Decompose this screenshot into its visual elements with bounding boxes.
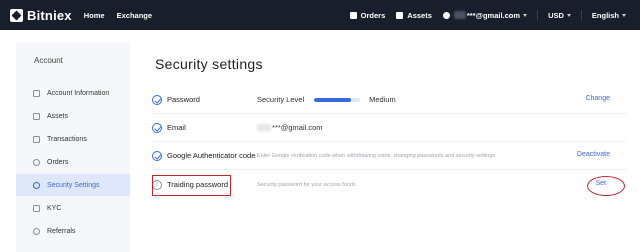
user-email: ***@gmail.com bbox=[466, 10, 521, 20]
language-selector[interactable]: English bbox=[592, 11, 626, 20]
security-level: Security Level Medium bbox=[257, 95, 396, 104]
page-title: Security settings bbox=[155, 56, 263, 72]
security-level-bar bbox=[314, 97, 361, 102]
shield-icon bbox=[33, 181, 40, 189]
annotation-highlight-box bbox=[152, 175, 231, 196]
sidebar-item-label: Account Information bbox=[47, 89, 110, 97]
deactivate-2fa-link[interactable]: Deactivate bbox=[577, 151, 610, 158]
kyc-icon bbox=[33, 204, 40, 212]
orders-icon bbox=[349, 11, 357, 19]
security-row-google-authenticator: Google Authenticator code Enter Google v… bbox=[152, 142, 626, 170]
orders-label: Orders bbox=[360, 10, 386, 20]
wallet-icon bbox=[33, 112, 40, 120]
person-icon bbox=[33, 227, 40, 235]
chevron-down-icon bbox=[523, 13, 528, 17]
top-right-menu: Orders Assets ***@gmail.com USD English bbox=[349, 0, 640, 30]
row-hint: Enter Google verification code when with… bbox=[257, 153, 496, 159]
security-row-email: Email ***@gmail.com bbox=[152, 114, 626, 142]
row-hint: Security password for your access funds bbox=[257, 182, 356, 188]
sidebar-item-label: Orders bbox=[47, 158, 69, 166]
sidebar-item-label: KYC bbox=[47, 204, 62, 212]
check-circle-icon bbox=[152, 95, 162, 105]
check-circle-icon bbox=[152, 151, 162, 161]
assets-icon bbox=[396, 11, 404, 19]
security-level-label: Security Level bbox=[257, 95, 305, 104]
account-sidebar: Account Account Information Assets Trans… bbox=[16, 42, 130, 252]
currency-label: USD bbox=[548, 10, 564, 20]
email-value: ***@gmail.com bbox=[257, 123, 323, 132]
assets-menu[interactable]: Assets bbox=[396, 11, 432, 20]
sidebar-item-account-information[interactable]: Account Information bbox=[16, 82, 130, 104]
sidebar-item-label: Assets bbox=[47, 112, 69, 120]
orders-menu[interactable]: Orders bbox=[349, 10, 386, 20]
id-card-icon bbox=[33, 89, 40, 97]
email-text: ***@gmail.com bbox=[272, 123, 323, 132]
divider bbox=[537, 10, 539, 20]
brand-logo[interactable]: Bitniex bbox=[10, 0, 72, 30]
sidebar-heading: Account bbox=[34, 56, 63, 65]
annotation-highlight-oval bbox=[587, 176, 625, 196]
sidebar-item-transactions[interactable]: Transactions bbox=[16, 128, 130, 150]
user-icon bbox=[442, 11, 450, 19]
redacted-email-prefix bbox=[257, 124, 271, 131]
sidebar-item-label: Referrals bbox=[47, 227, 76, 235]
orders-icon bbox=[33, 158, 40, 166]
divider bbox=[580, 10, 582, 20]
nav-home-link[interactable]: Home bbox=[84, 11, 105, 20]
row-label: Google Authenticator code bbox=[167, 151, 256, 160]
sidebar-item-label: Security Settings bbox=[47, 181, 100, 189]
assets-label: Assets bbox=[407, 10, 432, 20]
sidebar-item-assets[interactable]: Assets bbox=[16, 105, 130, 127]
brand-name: Bitniex bbox=[27, 7, 72, 23]
divider bbox=[390, 10, 391, 20]
security-level-value: Medium bbox=[369, 95, 396, 104]
language-label: English bbox=[591, 10, 619, 20]
chevron-down-icon bbox=[566, 13, 571, 17]
sidebar-item-security-settings[interactable]: Security Settings bbox=[16, 174, 130, 196]
currency-selector[interactable]: USD bbox=[548, 11, 571, 20]
redacted-email-prefix bbox=[453, 11, 466, 19]
receipt-icon bbox=[33, 135, 40, 143]
logo-icon bbox=[10, 8, 23, 22]
user-account-menu[interactable]: ***@gmail.com bbox=[442, 10, 528, 20]
change-password-link[interactable]: Change bbox=[585, 95, 610, 102]
security-level-fill bbox=[314, 97, 351, 102]
chevron-down-icon bbox=[622, 13, 626, 17]
row-label: Password bbox=[167, 95, 200, 104]
divider bbox=[437, 10, 438, 20]
check-circle-icon bbox=[152, 123, 162, 133]
row-label: Email bbox=[167, 123, 186, 132]
sidebar-item-referrals[interactable]: Referrals bbox=[16, 220, 130, 242]
sidebar-item-kyc[interactable]: KYC bbox=[16, 197, 130, 219]
nav-exchange-link[interactable]: Exchange bbox=[117, 11, 152, 20]
security-row-password: Password Security Level Medium Change bbox=[152, 86, 626, 114]
sidebar-item-orders[interactable]: Orders bbox=[16, 151, 130, 173]
top-navigation-bar: Bitniex Home Exchange Orders Assets ***@… bbox=[0, 0, 640, 30]
sidebar-item-label: Transactions bbox=[47, 135, 87, 143]
